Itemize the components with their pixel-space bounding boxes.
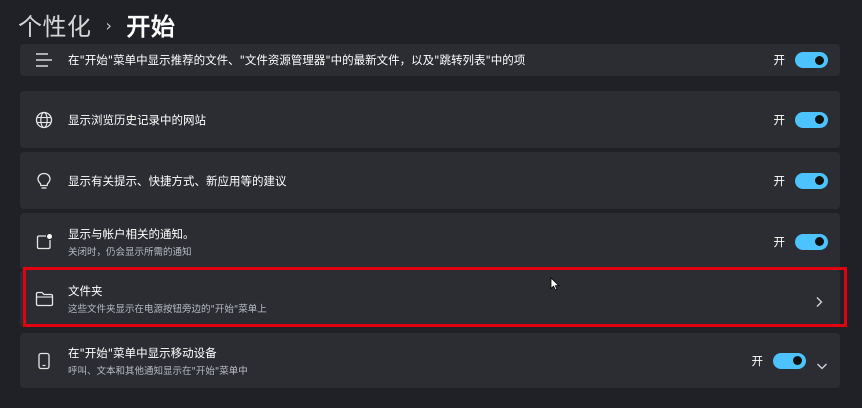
toggle-switch[interactable] — [773, 352, 806, 369]
toggle-state-label: 开 — [773, 112, 786, 127]
toggle-group: 开 — [773, 172, 828, 189]
setting-subtitle: 这些文件夹显示在电源按钮旁边的"开始"菜单上 — [68, 303, 267, 315]
toggle-state-label: 开 — [773, 234, 786, 249]
toggle-group: 开 — [773, 233, 828, 250]
chevron-right-icon[interactable] — [814, 293, 824, 307]
setting-row-recommended-files[interactable]: 在"开始"菜单中显示推荐的文件、"文件资源管理器"中的最新文件，以及"跳转列表"… — [20, 44, 840, 76]
setting-subtitle: 关闭时，仍会显示所需的通知 — [68, 246, 192, 258]
breadcrumb: 个性化 › 开始 — [18, 6, 175, 42]
toggle-group: 开 — [773, 52, 828, 68]
toggle-switch[interactable] — [795, 233, 828, 250]
setting-title: 显示浏览历史记录中的网站 — [68, 112, 206, 127]
setting-text: 文件夹 这些文件夹显示在电源按钮旁边的"开始"菜单上 — [68, 283, 267, 315]
setting-title: 显示与帐户相关的通知。 — [68, 226, 195, 241]
list-lines-icon — [34, 50, 54, 70]
setting-title: 文件夹 — [68, 283, 103, 298]
toggle-switch[interactable] — [795, 172, 828, 189]
setting-text: 在"开始"菜单中显示移动设备 呼叫、文本和其他通知显示在"开始"菜单中 — [68, 345, 248, 377]
setting-text: 显示有关提示、快捷方式、新应用等的建议 — [68, 173, 287, 189]
setting-row-account-notifications[interactable]: 显示与帐户相关的通知。 关闭时，仍会显示所需的通知 开 — [20, 213, 840, 270]
toggle-knob — [815, 237, 824, 246]
toggle-state-label: 开 — [773, 173, 786, 188]
toggle-knob — [815, 115, 824, 124]
toggle-knob — [793, 356, 802, 365]
toggle-group: 开 — [751, 352, 829, 369]
toggle-state-label: 开 — [751, 353, 764, 368]
setting-title: 显示有关提示、快捷方式、新应用等的建议 — [68, 173, 287, 188]
toggle-knob — [815, 176, 824, 185]
setting-text: 显示与帐户相关的通知。 关闭时，仍会显示所需的通知 — [68, 226, 195, 258]
toggle-switch[interactable] — [795, 111, 828, 128]
toggle-knob — [815, 55, 824, 65]
setting-row-mobile-device[interactable]: 在"开始"菜单中显示移动设备 呼叫、文本和其他通知显示在"开始"菜单中 开 — [20, 333, 840, 388]
setting-text: 显示浏览历史记录中的网站 — [68, 112, 206, 128]
toggle-switch[interactable] — [795, 52, 828, 68]
phone-icon — [34, 351, 54, 371]
account-notification-icon — [34, 232, 54, 252]
setting-subtitle: 呼叫、文本和其他通知显示在"开始"菜单中 — [68, 365, 248, 377]
mouse-cursor-icon — [550, 276, 560, 291]
page-title: 开始 — [126, 12, 176, 41]
setting-row-tips-suggestions[interactable]: 显示有关提示、快捷方式、新应用等的建议 开 — [20, 152, 840, 209]
breadcrumb-parent[interactable]: 个性化 — [18, 7, 92, 42]
folder-icon — [34, 289, 54, 309]
toggle-state-label: 开 — [773, 53, 786, 67]
lightbulb-icon — [34, 171, 54, 191]
globe-icon — [34, 110, 54, 130]
setting-text: 在"开始"菜单中显示推荐的文件、"文件资源管理器"中的最新文件，以及"跳转列表"… — [68, 52, 525, 68]
chevron-down-icon[interactable] — [816, 356, 828, 369]
toggle-group: 开 — [773, 111, 828, 128]
setting-row-folders[interactable]: 文件夹 这些文件夹显示在电源按钮旁边的"开始"菜单上 — [20, 270, 840, 327]
breadcrumb-separator-icon: › — [105, 15, 113, 35]
setting-row-browsing-history[interactable]: 显示浏览历史记录中的网站 开 — [20, 91, 840, 148]
setting-title: 在"开始"菜单中显示推荐的文件、"文件资源管理器"中的最新文件，以及"跳转列表"… — [68, 53, 526, 67]
setting-title: 在"开始"菜单中显示移动设备 — [68, 345, 217, 360]
